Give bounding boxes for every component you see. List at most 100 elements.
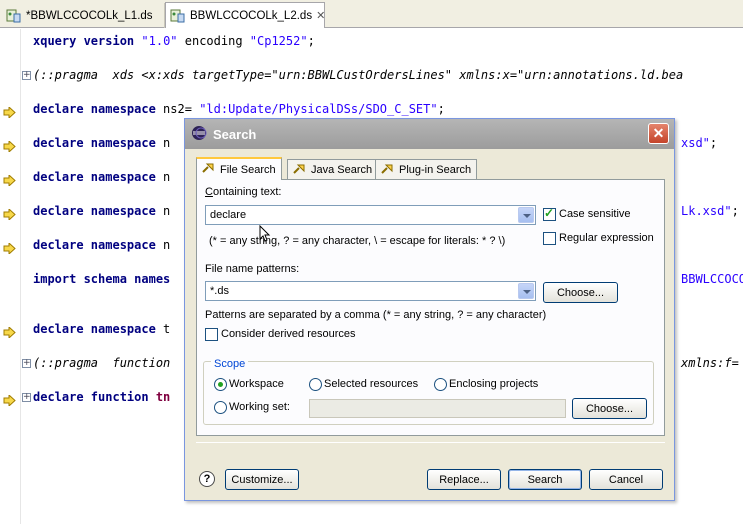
code-token: n	[155, 238, 171, 252]
code-token: (::pragma function	[33, 356, 171, 370]
code-line[interactable]: xquery version "1.0" encoding "Cp1252";	[33, 34, 315, 48]
code-line-tail[interactable]: Lk.xsd";	[681, 204, 739, 218]
scope-workspace-radio[interactable]	[214, 378, 227, 391]
code-line[interactable]: (::pragma function	[33, 356, 170, 370]
scope-enclosing-projects-radio[interactable]	[434, 378, 447, 391]
code-line-tail[interactable]: BBWLCCOCOL	[681, 272, 743, 286]
dropdown-arrow-icon[interactable]	[518, 283, 534, 299]
warning-arrow-icon[interactable]	[3, 323, 16, 340]
file-name-patterns-value: *.ds	[210, 285, 229, 297]
code-token: ns2=	[155, 102, 200, 116]
expand-fold-icon[interactable]: +	[22, 359, 31, 368]
replace-button[interactable]: Replace...	[427, 469, 501, 490]
consider-derived-checkbox[interactable]	[205, 328, 218, 341]
code-line-tail[interactable]: xmlns:f=	[681, 356, 739, 370]
tab-file-search[interactable]: File Search	[196, 157, 282, 180]
file-name-patterns-combo[interactable]: *.ds	[205, 281, 536, 301]
code-line[interactable]: declare namespace n	[33, 204, 170, 218]
case-sensitive-checkbox[interactable]	[543, 206, 556, 221]
customize-button[interactable]: Customize...	[225, 469, 299, 490]
search-dialog: Search ✕ File Search Java Search Plug-in…	[184, 118, 675, 501]
case-sensitive-label: Case sensitive	[559, 208, 631, 220]
help-icon[interactable]: ?	[199, 471, 215, 487]
mnemonic-letter: C	[205, 186, 213, 198]
code-token: xquery version	[33, 34, 135, 48]
dialog-title: Search	[213, 126, 257, 142]
annotation-ruler	[0, 29, 20, 524]
tab-label: Java Search	[311, 164, 373, 176]
flashlight-icon	[381, 162, 395, 179]
regular-expression-checkbox[interactable]	[543, 232, 556, 245]
flashlight-icon	[293, 162, 307, 179]
code-token: "1.0"	[141, 34, 178, 48]
tab-plugin-search[interactable]: Plug-in Search	[375, 159, 478, 180]
code-token: BBWLCCOCOL	[681, 272, 743, 286]
code-token: xsd"	[681, 136, 710, 150]
code-token: "Cp1252"	[249, 34, 308, 48]
warning-arrow-icon[interactable]	[3, 137, 16, 154]
code-line[interactable]: declare namespace n	[33, 170, 170, 184]
data-service-file-icon	[6, 8, 22, 24]
code-line-tail[interactable]: xsd";	[681, 136, 717, 150]
code-token: Lk.xsd"	[681, 204, 732, 218]
code-token: t	[155, 322, 171, 336]
code-line[interactable]: (::pragma xds <x:xds targetType="urn:BBW…	[33, 68, 683, 82]
dropdown-arrow-icon[interactable]	[518, 207, 534, 223]
code-token: ;	[709, 136, 718, 150]
patterns-hint: Patterns are separated by a comma (* = a…	[205, 309, 547, 321]
consider-derived-label: Consider derived resources	[221, 328, 356, 340]
code-line[interactable]: declare namespace n	[33, 136, 170, 150]
code-token: (::pragma xds <x:xds targetType="urn:BBW…	[33, 68, 684, 82]
code-token: n	[155, 136, 171, 150]
flashlight-icon	[202, 161, 216, 178]
separator	[196, 442, 665, 443]
choose-patterns-button[interactable]: Choose...	[543, 282, 618, 303]
warning-arrow-icon[interactable]	[3, 391, 16, 408]
code-token: n	[155, 204, 171, 218]
close-tab-icon[interactable]: ✕	[316, 10, 325, 22]
close-dialog-button[interactable]: ✕	[648, 123, 669, 144]
scope-working-set-label: Working set:	[229, 401, 290, 413]
tab-label: File Search	[220, 163, 276, 176]
working-set-field	[309, 399, 566, 418]
editor-tab-l1[interactable]: *BBWLCCOCOLk_L1.ds	[2, 3, 165, 28]
scope-selected-resources-radio[interactable]	[309, 378, 322, 391]
search-button[interactable]: Search	[508, 469, 582, 490]
eclipse-icon	[191, 125, 207, 144]
warning-arrow-icon[interactable]	[3, 103, 16, 120]
code-token: declare function	[33, 390, 149, 404]
scope-enclosing-projects-label: Enclosing projects	[449, 378, 539, 390]
warning-arrow-icon[interactable]	[3, 239, 16, 256]
code-token: declare namespace	[33, 170, 156, 184]
code-line[interactable]: import schema names	[33, 272, 170, 286]
editor-tab-label: BBWLCCOCOLk_L2.ds	[190, 9, 313, 22]
mouse-pointer-icon	[259, 224, 273, 243]
choose-working-set-button[interactable]: Choose...	[572, 398, 647, 419]
code-line[interactable]: declare function tn	[33, 390, 170, 404]
code-token: ;	[307, 34, 315, 48]
code-token: tn	[155, 390, 171, 404]
regular-expression-label: Regular expression	[559, 232, 654, 244]
scope-label: Scope	[211, 358, 249, 370]
scope-working-set-radio[interactable]	[214, 401, 227, 414]
containing-text-combo[interactable]: declare	[205, 205, 536, 225]
containing-text-value: declare	[210, 209, 247, 221]
warning-arrow-icon[interactable]	[3, 171, 16, 188]
tab-java-search[interactable]: Java Search	[287, 159, 379, 180]
scope-workspace-label: Workspace	[229, 378, 284, 390]
cancel-button[interactable]: Cancel	[589, 469, 663, 490]
file-name-patterns-label: File name patterns:	[205, 263, 300, 275]
expand-fold-icon[interactable]: +	[22, 71, 31, 80]
code-token: declare namespace	[33, 204, 156, 218]
code-token: ;	[437, 102, 445, 116]
code-token: declare namespace	[33, 136, 156, 150]
code-line[interactable]: declare namespace n	[33, 238, 170, 252]
scope-selected-resources-label: Selected resources	[324, 378, 419, 390]
code-line[interactable]: declare namespace ns2= "ld:Update/Physic…	[33, 102, 445, 116]
dialog-titlebar[interactable]: Search ✕	[185, 119, 674, 149]
warning-arrow-icon[interactable]	[3, 205, 16, 222]
expand-fold-icon[interactable]: +	[22, 393, 31, 402]
editor-tab-l2[interactable]: BBWLCCOCOLk_L2.ds ✕	[165, 2, 325, 28]
code-line[interactable]: declare namespace t	[33, 322, 170, 336]
